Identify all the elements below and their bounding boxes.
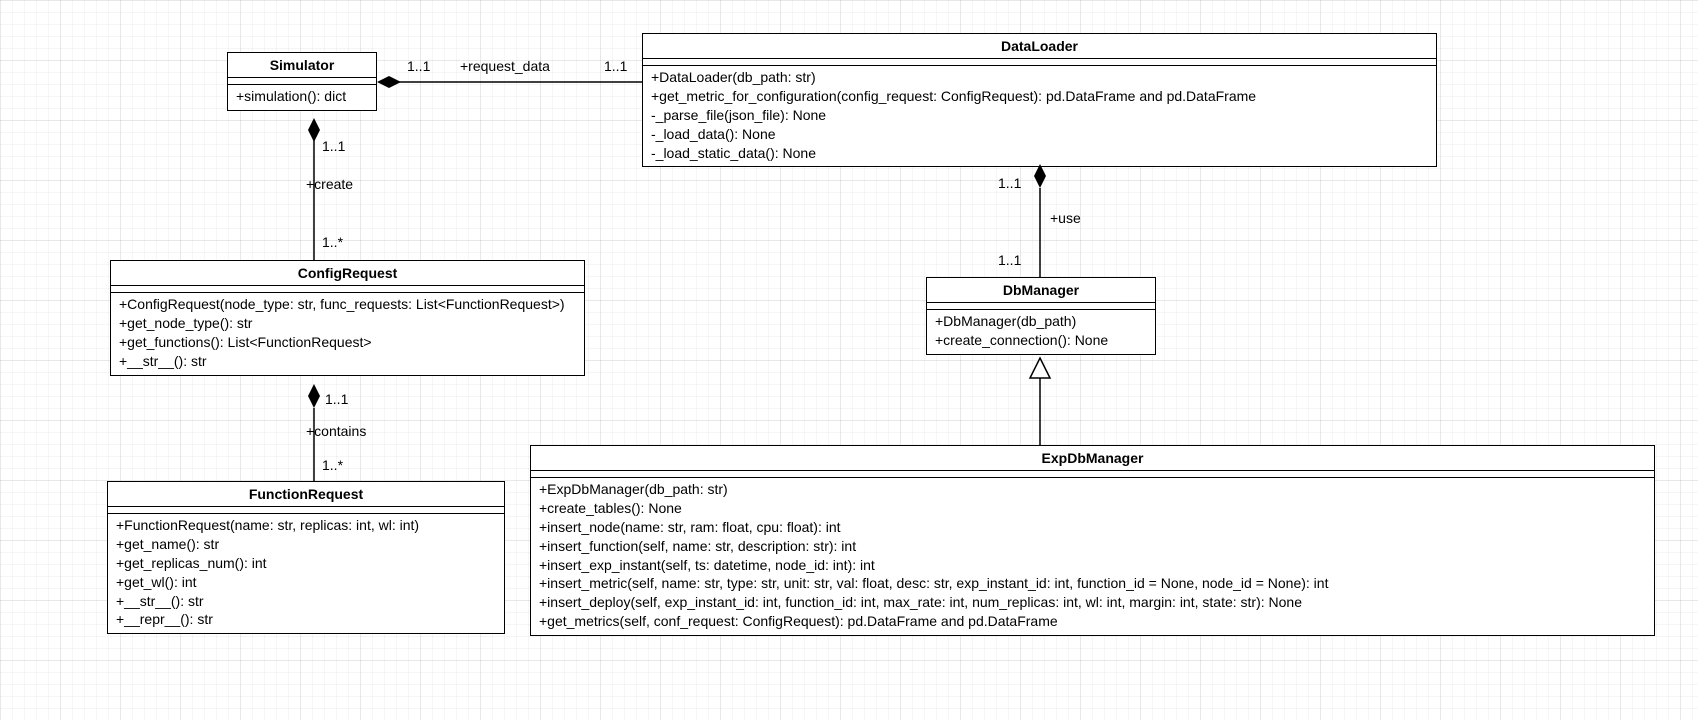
class-configrequest-attr-spacer — [111, 286, 584, 293]
name-simulator-dataloader: +request_data — [460, 58, 550, 74]
class-functionrequest: FunctionRequest +FunctionRequest(name: s… — [107, 481, 505, 634]
class-dataloader-title: DataLoader — [643, 34, 1436, 59]
class-simulator-members: +simulation(): dict — [228, 85, 376, 110]
class-functionrequest-members: +FunctionRequest(name: str, replicas: in… — [108, 514, 504, 633]
class-configrequest: ConfigRequest +ConfigRequest(node_type: … — [110, 260, 585, 376]
name-dataloader-dbmanager: +use — [1050, 210, 1081, 226]
member: +simulation(): dict — [236, 87, 368, 106]
member: +FunctionRequest(name: str, replicas: in… — [116, 516, 496, 535]
mult-configrequest-functionrequest-bot: 1..* — [322, 457, 343, 473]
member: +get_name(): str — [116, 535, 496, 554]
edge-dbmanager-expdbmanager — [1030, 358, 1050, 445]
class-dbmanager-members: +DbManager(db_path) +create_connection()… — [927, 310, 1155, 354]
member: -_load_static_data(): None — [651, 144, 1428, 163]
class-expdbmanager: ExpDbManager +ExpDbManager(db_path: str)… — [530, 445, 1655, 636]
class-dataloader-attr-spacer — [643, 59, 1436, 66]
member: +__str__(): str — [116, 592, 496, 611]
class-functionrequest-title: FunctionRequest — [108, 482, 504, 507]
class-dbmanager: DbManager +DbManager(db_path) +create_co… — [926, 277, 1156, 355]
mult-dataloader-dbmanager-bot: 1..1 — [998, 252, 1021, 268]
class-functionrequest-attr-spacer — [108, 507, 504, 514]
class-dbmanager-title: DbManager — [927, 278, 1155, 303]
member: +ExpDbManager(db_path: str) — [539, 480, 1646, 499]
class-dataloader-members: +DataLoader(db_path: str) +get_metric_fo… — [643, 66, 1436, 166]
class-simulator-attr-spacer — [228, 78, 376, 85]
member: -_parse_file(json_file): None — [651, 106, 1428, 125]
edge-dataloader-dbmanager — [1034, 164, 1046, 277]
class-configrequest-title: ConfigRequest — [111, 261, 584, 286]
member: +get_metrics(self, conf_request: ConfigR… — [539, 612, 1646, 631]
member: +get_functions(): List<FunctionRequest> — [119, 333, 576, 352]
member: +get_node_type(): str — [119, 314, 576, 333]
mult-simulator-dataloader-right: 1..1 — [604, 58, 627, 74]
class-configrequest-members: +ConfigRequest(node_type: str, func_requ… — [111, 293, 584, 375]
member: +insert_exp_instant(self, ts: datetime, … — [539, 556, 1646, 575]
member: +__repr__(): str — [116, 610, 496, 629]
class-dbmanager-attr-spacer — [927, 303, 1155, 310]
mult-simulator-configrequest-top: 1..1 — [322, 138, 345, 154]
mult-dataloader-dbmanager-top: 1..1 — [998, 175, 1021, 191]
member: +create_connection(): None — [935, 331, 1147, 350]
member: +insert_node(name: str, ram: float, cpu:… — [539, 518, 1646, 537]
class-expdbmanager-title: ExpDbManager — [531, 446, 1654, 471]
member: +insert_deploy(self, exp_instant_id: int… — [539, 593, 1646, 612]
member: +create_tables(): None — [539, 499, 1646, 518]
class-dataloader: DataLoader +DataLoader(db_path: str) +ge… — [642, 33, 1437, 167]
name-configrequest-functionrequest: +contains — [306, 423, 366, 439]
member: +get_replicas_num(): int — [116, 554, 496, 573]
member: +insert_metric(self, name: str, type: st… — [539, 574, 1646, 593]
mult-configrequest-functionrequest-top: 1..1 — [325, 391, 348, 407]
class-simulator: Simulator +simulation(): dict — [227, 52, 377, 111]
member: +__str__(): str — [119, 352, 576, 371]
class-expdbmanager-attr-spacer — [531, 471, 1654, 478]
member: +ConfigRequest(node_type: str, func_requ… — [119, 295, 576, 314]
member: +DataLoader(db_path: str) — [651, 68, 1428, 87]
member: +insert_function(self, name: str, descri… — [539, 537, 1646, 556]
class-simulator-title: Simulator — [228, 53, 376, 78]
class-expdbmanager-members: +ExpDbManager(db_path: str) +create_tabl… — [531, 478, 1654, 635]
edge-simulator-dataloader — [377, 76, 642, 88]
member: +get_metric_for_configuration(config_req… — [651, 87, 1428, 106]
member: +get_wl(): int — [116, 573, 496, 592]
member: -_load_data(): None — [651, 125, 1428, 144]
name-simulator-configrequest: +create — [306, 176, 353, 192]
mult-simulator-configrequest-bot: 1..* — [322, 234, 343, 250]
member: +DbManager(db_path) — [935, 312, 1147, 331]
mult-simulator-dataloader-left: 1..1 — [407, 58, 430, 74]
